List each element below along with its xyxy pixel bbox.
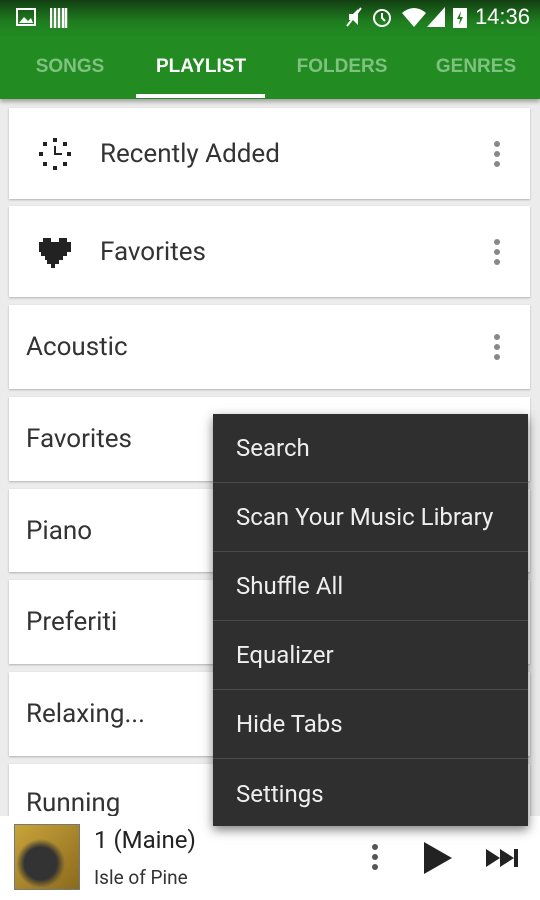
clock-time: 14:36 xyxy=(474,4,530,29)
mute-icon xyxy=(346,7,362,27)
menu-item-settings[interactable]: Settings xyxy=(213,759,528,828)
barcode-icon xyxy=(50,8,68,28)
playlist-label: Piano xyxy=(26,515,93,546)
skip-next-icon[interactable] xyxy=(486,849,518,867)
alarm-icon xyxy=(372,9,391,27)
tab-folders[interactable]: FOLDERS xyxy=(277,56,407,78)
menu-item-hide-tabs[interactable]: Hide Tabs xyxy=(213,690,528,759)
tab-bar: SONGS PLAYLIST FOLDERS GENRES xyxy=(0,36,540,99)
more-options-icon[interactable] xyxy=(494,140,500,167)
playlist-label: Recently Added xyxy=(100,138,280,169)
now-playing-bar[interactable]: 1 (Maine) Isle of Pine xyxy=(0,816,540,900)
wifi-icon xyxy=(401,8,426,27)
artist-name: Isle of Pine xyxy=(94,866,188,889)
playlist-label: Relaxing... xyxy=(26,699,146,729)
playlist-item-favorites[interactable]: Favorites xyxy=(9,206,530,297)
tab-playlist[interactable]: PLAYLIST xyxy=(136,56,266,78)
playlist-label: Preferiti xyxy=(26,607,118,637)
status-bar: 14:36 xyxy=(0,0,540,36)
playlist-item[interactable]: Acoustic xyxy=(9,305,530,389)
tab-songs[interactable]: SONGS xyxy=(5,56,135,78)
image-icon xyxy=(16,8,36,26)
playlist-label: Favorites xyxy=(26,424,132,454)
heart-icon xyxy=(39,237,71,268)
battery-charging-icon xyxy=(452,8,467,28)
playlist-item-recently-added[interactable]: Recently Added xyxy=(9,108,530,199)
menu-item-search[interactable]: Search xyxy=(213,414,528,483)
play-icon[interactable] xyxy=(424,842,452,874)
playlist-label: Running xyxy=(26,788,121,818)
active-tab-indicator xyxy=(136,94,265,98)
menu-item-scan-library[interactable]: Scan Your Music Library xyxy=(213,483,528,552)
song-title: 1 (Maine) xyxy=(94,826,196,854)
playlist-label: Favorites xyxy=(100,236,206,267)
album-art xyxy=(14,824,80,890)
menu-item-equalizer[interactable]: Equalizer xyxy=(213,621,528,690)
signal-icon xyxy=(426,7,445,27)
playlist-label: Acoustic xyxy=(26,332,128,362)
more-options-icon[interactable] xyxy=(494,334,500,360)
more-options-icon[interactable] xyxy=(494,238,500,265)
tab-genres[interactable]: GENRES xyxy=(411,56,540,78)
overflow-menu: Search Scan Your Music Library Shuffle A… xyxy=(213,414,528,826)
clock-icon xyxy=(39,137,71,170)
menu-item-shuffle-all[interactable]: Shuffle All xyxy=(213,552,528,621)
more-options-icon[interactable] xyxy=(372,844,378,870)
